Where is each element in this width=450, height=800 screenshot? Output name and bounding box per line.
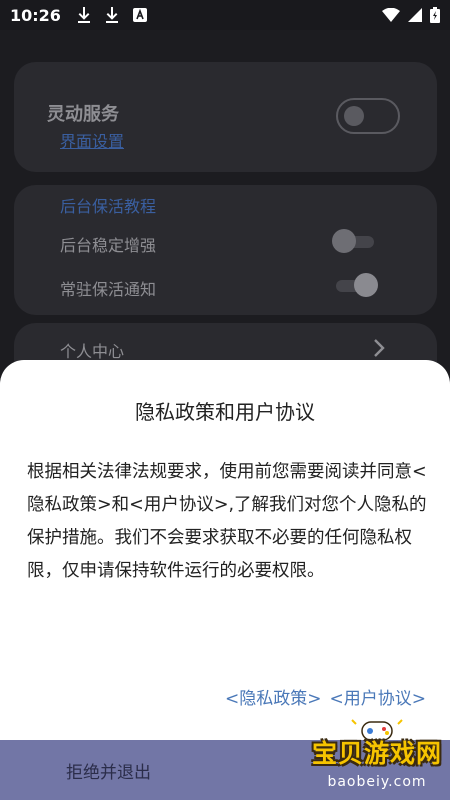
user-agreement-link[interactable]: <用户协议> bbox=[330, 684, 427, 709]
download-icon bbox=[77, 7, 91, 23]
resident-notification-toggle[interactable] bbox=[332, 272, 378, 298]
toggle-knob bbox=[332, 229, 356, 253]
system-icons bbox=[382, 7, 440, 23]
resident-notification-label: 常驻保活通知 bbox=[60, 280, 157, 299]
battery-icon bbox=[430, 7, 440, 23]
stable-enhance-toggle[interactable] bbox=[332, 228, 376, 254]
chevron-right-icon bbox=[372, 338, 386, 362]
privacy-policy-link[interactable]: <隐私政策> bbox=[225, 684, 322, 709]
reject-exit-button[interactable]: 拒绝并退出 bbox=[66, 758, 151, 783]
status-time: 10:26 bbox=[10, 5, 61, 25]
watermark-text: 宝贝游戏网 bbox=[311, 739, 442, 768]
watermark: 宝贝游戏网 baobeiy.com bbox=[302, 716, 450, 800]
status-bar: 10:26 bbox=[0, 0, 450, 30]
interface-settings-link[interactable]: 界面设置 bbox=[60, 128, 124, 152]
privacy-dialog: 隐私政策和用户协议 根据相关法律法规要求，使用前您需要阅读并同意<隐私政策>和<… bbox=[0, 360, 450, 740]
wifi-icon bbox=[382, 8, 400, 22]
watermark-url: baobeiy.com bbox=[327, 774, 427, 790]
service-title: 灵动服务 bbox=[47, 104, 119, 125]
keepalive-tutorial-link[interactable]: 后台保活教程 bbox=[60, 193, 156, 217]
dialog-links: <隐私政策> <用户协议> bbox=[225, 684, 426, 709]
signal-icon bbox=[408, 8, 422, 22]
stable-enhance-label: 后台稳定增强 bbox=[60, 236, 157, 255]
personal-center-label: 个人中心 bbox=[60, 342, 125, 361]
text-a-icon bbox=[132, 8, 147, 22]
toggle-knob bbox=[344, 106, 364, 126]
dialog-title: 隐私政策和用户协议 bbox=[135, 400, 315, 424]
notification-icons bbox=[77, 7, 147, 23]
toggle-knob bbox=[354, 273, 378, 297]
service-toggle[interactable] bbox=[336, 98, 400, 134]
download-icon bbox=[105, 7, 119, 23]
dialog-body: 根据相关法律法规要求，使用前您需要阅读并同意<隐私政策>和<用户协议>,了解我们… bbox=[27, 462, 427, 581]
